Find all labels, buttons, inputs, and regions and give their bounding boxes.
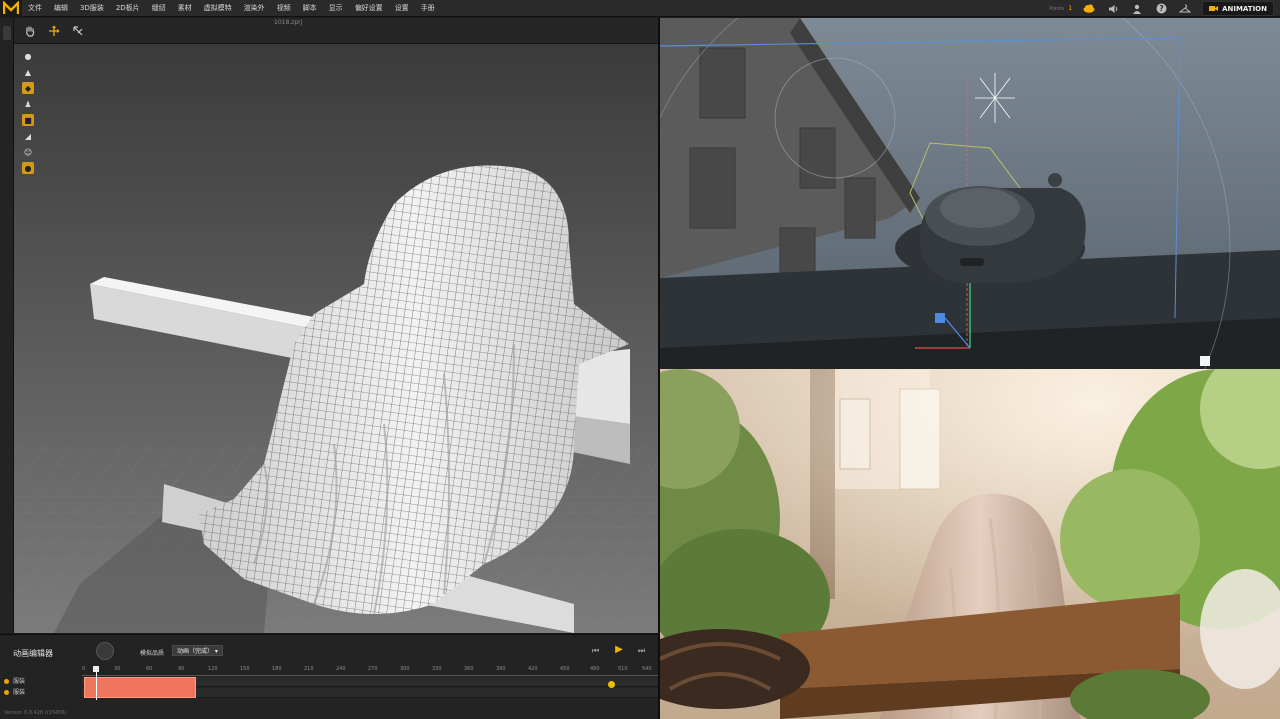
menu-materials[interactable]: 素材 bbox=[172, 0, 198, 17]
end-marker[interactable] bbox=[608, 681, 615, 688]
menu-render[interactable]: 渲染外 bbox=[238, 0, 271, 17]
tick-label: 210 bbox=[304, 666, 314, 672]
tick-label: 0 bbox=[82, 666, 86, 672]
animation-editor: 动画编辑器 模拟品质 动画（完成） ▾ ⏮ ▶ ⏭ 0 30 60 90 120… bbox=[0, 634, 658, 719]
record-button[interactable] bbox=[96, 642, 114, 660]
sim-quality-label: 模拟品质 bbox=[140, 650, 165, 657]
select-icon[interactable] bbox=[68, 22, 88, 40]
rendered-preview bbox=[660, 369, 1280, 719]
track-label: 服装 bbox=[13, 678, 26, 685]
tick-label: 90 bbox=[178, 666, 185, 672]
app-logo-icon bbox=[3, 1, 19, 14]
menu-script[interactable]: 脚本 bbox=[297, 0, 323, 17]
menu-display[interactable]: 显示 bbox=[323, 0, 349, 17]
menu-sewing[interactable]: 缝纫 bbox=[146, 0, 172, 17]
tick-label: 480 bbox=[590, 666, 600, 672]
render-image bbox=[660, 369, 1280, 719]
tick-label: 510 bbox=[618, 666, 628, 672]
tick-label: 120 bbox=[208, 666, 218, 672]
tick-label: 360 bbox=[464, 666, 474, 672]
play-button[interactable]: ▶ bbox=[612, 644, 626, 656]
previous-frame-button[interactable]: ⏮ bbox=[592, 646, 599, 656]
version-label: Version 6.0.428 (r15456) bbox=[4, 710, 67, 716]
points-value: 1 bbox=[1068, 5, 1073, 12]
app-logo[interactable] bbox=[0, 0, 22, 17]
simulation-viewport[interactable] bbox=[14, 44, 658, 633]
move-gizmo-icon[interactable] bbox=[44, 22, 64, 40]
viewport-toolbar: 1018.zprj bbox=[14, 18, 658, 44]
tick-label: 60 bbox=[146, 666, 153, 672]
sim-quality-value: 动画（完成） bbox=[177, 648, 214, 655]
points-label: Points bbox=[1049, 5, 1065, 12]
tick-label: 30 bbox=[114, 666, 121, 672]
camera-icon bbox=[1209, 6, 1219, 11]
tick-label: 540 bbox=[642, 666, 652, 672]
playhead-handle[interactable] bbox=[93, 666, 99, 672]
tick-label: 270 bbox=[368, 666, 378, 672]
menu-bar: 文件 编辑 3D服装 2D板片 缝纫 素材 虚拟模特 渲染外 视频 脚本 显示 … bbox=[0, 0, 1280, 17]
tick-label: 240 bbox=[336, 666, 346, 672]
left-panel-strip bbox=[0, 18, 14, 633]
animation-editor-title: 动画编辑器 bbox=[13, 649, 53, 658]
fold-icon[interactable]: ◆ bbox=[22, 82, 34, 94]
mode-label: ANIMATION bbox=[1222, 4, 1267, 13]
side-tools: ● ▲ ◆ ♟ ■ ◢ ☺ ● bbox=[22, 50, 36, 174]
menu-2d-pattern[interactable]: 2D板片 bbox=[110, 0, 146, 17]
track-keyframe-icon[interactable] bbox=[4, 679, 9, 684]
help-icon[interactable]: ? bbox=[1154, 3, 1168, 15]
cloud-icon[interactable] bbox=[1082, 3, 1096, 15]
avatar-icon[interactable]: ● bbox=[22, 50, 34, 62]
hand-icon[interactable] bbox=[20, 22, 40, 40]
track-keyframe-icon[interactable] bbox=[4, 690, 9, 695]
render-setup-view[interactable] bbox=[660, 18, 1280, 369]
sound-icon[interactable] bbox=[1106, 3, 1120, 15]
tick-label: 450 bbox=[560, 666, 570, 672]
garment-icon[interactable]: ▲ bbox=[22, 66, 34, 78]
user-icon[interactable] bbox=[1130, 3, 1144, 15]
menu-settings[interactable]: 设置 bbox=[389, 0, 415, 17]
menu-preferences[interactable]: 偏好设置 bbox=[349, 0, 389, 17]
tick-label: 390 bbox=[496, 666, 506, 672]
animation-clip[interactable] bbox=[84, 677, 196, 698]
menu-file[interactable]: 文件 bbox=[22, 0, 48, 17]
menu-manual[interactable]: 手册 bbox=[415, 0, 441, 17]
tick-label: 150 bbox=[240, 666, 250, 672]
measure-icon[interactable]: ◢ bbox=[22, 130, 34, 142]
svg-text:?: ? bbox=[1159, 4, 1163, 13]
tick-label: 420 bbox=[528, 666, 538, 672]
person-icon[interactable]: ♟ bbox=[22, 98, 34, 110]
menu-edit[interactable]: 编辑 bbox=[48, 0, 74, 17]
menu-avatar[interactable]: 虚拟模特 bbox=[198, 0, 238, 17]
timeline-ruler[interactable]: 0 30 60 90 120 150 180 210 240 270 300 3… bbox=[82, 666, 658, 676]
tick-label: 180 bbox=[272, 666, 282, 672]
sphere-icon[interactable]: ● bbox=[22, 162, 34, 174]
panel-handle[interactable] bbox=[3, 26, 11, 40]
next-frame-button[interactable]: ⏭ bbox=[638, 646, 645, 656]
track-label: 服装 bbox=[13, 689, 26, 696]
menu-3d-garment[interactable]: 3D服装 bbox=[74, 0, 110, 17]
right-toolbar: Points 1 ? ANIMATION bbox=[1049, 0, 1280, 17]
menu-video[interactable]: 视频 bbox=[271, 0, 297, 17]
render-scene bbox=[660, 18, 1280, 369]
cloth-scene bbox=[14, 44, 658, 633]
tick-label: 330 bbox=[432, 666, 442, 672]
figure-icon[interactable]: ☺ bbox=[22, 146, 34, 158]
file-name: 1018.zprj bbox=[274, 19, 303, 26]
pin-icon[interactable]: ■ bbox=[22, 114, 34, 126]
sim-quality-select[interactable]: 动画（完成） ▾ bbox=[172, 645, 223, 656]
mode-selector[interactable]: ANIMATION bbox=[1202, 1, 1274, 16]
tick-label: 300 bbox=[400, 666, 410, 672]
hanger-icon[interactable] bbox=[1178, 3, 1192, 15]
